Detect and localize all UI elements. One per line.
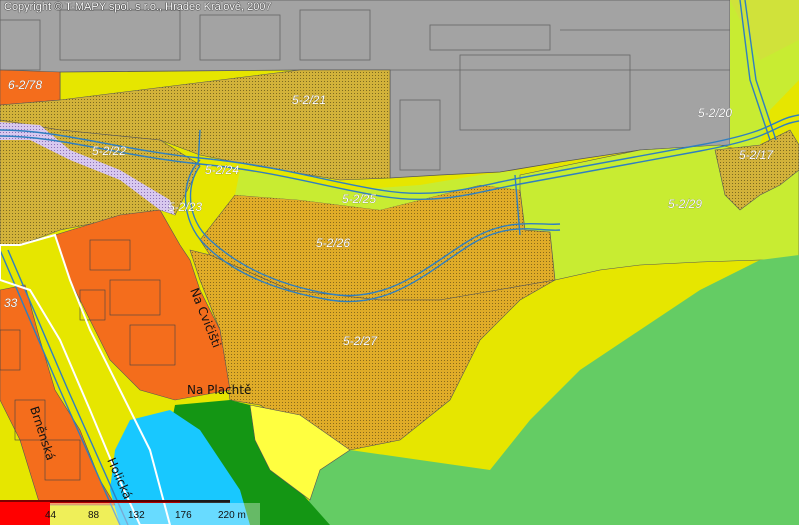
scale-tick-176: 176 <box>175 510 192 521</box>
label-parcel-33: 33 <box>4 296 18 310</box>
label-parcel-5-2-20: 5-2/20 <box>698 106 732 120</box>
label-parcel-5-2-23: 5-2/23 <box>168 200 202 214</box>
map-view[interactable]: 44 88 132 176 220 m 6-2/78 5-2/21 5-2/22… <box>0 0 799 525</box>
scale-bar: 44 88 132 176 220 m <box>0 500 260 525</box>
scale-tick-220: 220 m <box>218 510 246 521</box>
label-parcel-5-2-17: 5-2/17 <box>739 148 774 162</box>
label-parcel-5-2-27: 5-2/27 <box>343 334 378 348</box>
label-parcel-5-2-21: 5-2/21 <box>292 93 326 107</box>
map-canvas: 44 88 132 176 220 m 6-2/78 5-2/21 5-2/22… <box>0 0 799 525</box>
scale-tick-88: 88 <box>88 510 100 521</box>
scale-tick-132: 132 <box>128 510 145 521</box>
label-parcel-5-2-29: 5-2/29 <box>668 197 702 211</box>
street-label-na-plachte: Na Plachtě <box>187 383 251 397</box>
label-parcel-6-2-78: 6-2/78 <box>8 78 42 92</box>
scale-tick-44: 44 <box>45 510 57 521</box>
label-parcel-5-2-26: 5-2/26 <box>316 236 350 250</box>
label-parcel-5-2-22: 5-2/22 <box>92 144 126 158</box>
copyright-notice: Copyright © T-MAPY spol. s r.o., Hradec … <box>4 1 272 13</box>
label-parcel-5-2-24: 5-2/24 <box>205 163 239 177</box>
label-parcel-5-2-25: 5-2/25 <box>342 192 376 206</box>
